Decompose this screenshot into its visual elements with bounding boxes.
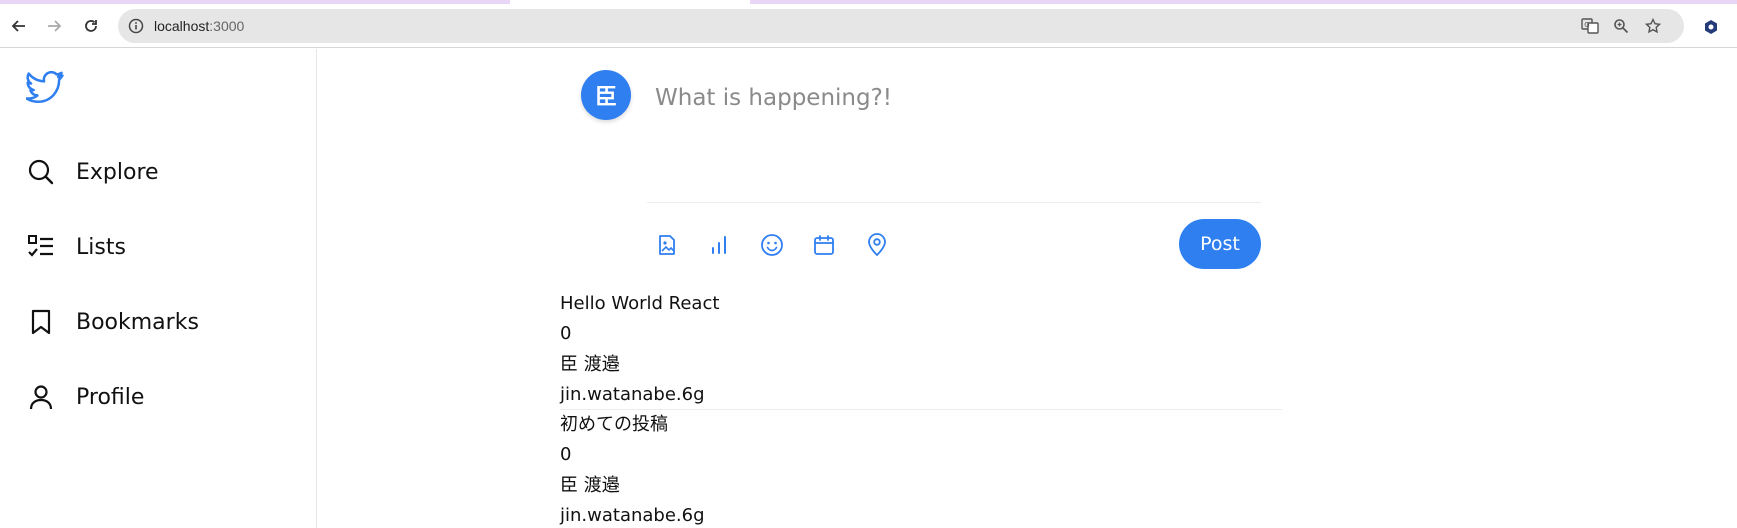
post-content: 初めての投稿 xyxy=(560,414,668,435)
sidebar: Explore Lists Bookmarks Profile xyxy=(0,49,317,528)
back-icon[interactable] xyxy=(9,16,29,36)
url-text: localhost:3000 xyxy=(154,18,245,34)
emoji-icon[interactable] xyxy=(759,232,785,258)
address-bar[interactable]: localhost:3000 G xyxy=(118,9,1684,43)
sidebar-item-explore[interactable]: Explore xyxy=(26,152,159,192)
composer-divider xyxy=(647,202,1261,203)
post-author-username: jin.watanabe.6g xyxy=(560,383,705,405)
poll-icon[interactable] xyxy=(706,232,732,258)
sidebar-item-profile[interactable]: Profile xyxy=(26,377,144,417)
post-item[interactable]: Hello World React 0 臣 渡邉 jin.watanabe.6g xyxy=(560,289,1282,410)
zoom-icon[interactable] xyxy=(1612,17,1630,35)
extension-icon[interactable] xyxy=(1703,19,1719,35)
sidebar-item-bookmarks[interactable]: Bookmarks xyxy=(26,302,199,342)
avatar[interactable]: 臣 xyxy=(581,70,631,120)
post-item[interactable]: 初めての投稿 0 臣 渡邉 jin.watanabe.6g xyxy=(560,410,1282,528)
reload-icon[interactable] xyxy=(81,16,101,36)
sidebar-item-label: Bookmarks xyxy=(76,309,199,335)
user-icon xyxy=(26,382,56,412)
post-button[interactable]: Post xyxy=(1179,219,1261,269)
schedule-icon[interactable] xyxy=(811,232,837,258)
list-icon xyxy=(26,232,56,262)
site-info-icon[interactable] xyxy=(126,16,146,36)
bookmark-star-icon[interactable] xyxy=(1644,17,1662,35)
bookmark-icon xyxy=(26,307,56,337)
post-content: Hello World React xyxy=(560,293,720,314)
sidebar-item-label: Profile xyxy=(76,384,145,410)
sidebar-item-label: Explore xyxy=(76,159,159,185)
search-icon xyxy=(26,157,56,187)
post-like-count: 0 xyxy=(560,444,572,466)
image-icon[interactable] xyxy=(654,232,680,258)
twitter-bird-icon[interactable] xyxy=(25,70,66,107)
post-like-count: 0 xyxy=(560,323,572,345)
browser-toolbar: localhost:3000 G xyxy=(0,4,1737,48)
sidebar-item-label: Lists xyxy=(76,234,126,260)
location-icon[interactable] xyxy=(864,232,890,258)
forward-icon[interactable] xyxy=(44,16,64,36)
compose-input[interactable] xyxy=(655,78,1255,118)
post-author-name: 臣 渡邉 xyxy=(560,353,620,375)
post-author-name: 臣 渡邉 xyxy=(560,474,620,496)
sidebar-item-lists[interactable]: Lists xyxy=(26,227,126,267)
svg-text:G: G xyxy=(1584,21,1589,29)
post-author-username: jin.watanabe.6g xyxy=(560,504,705,526)
translate-icon[interactable]: G xyxy=(1581,17,1599,35)
